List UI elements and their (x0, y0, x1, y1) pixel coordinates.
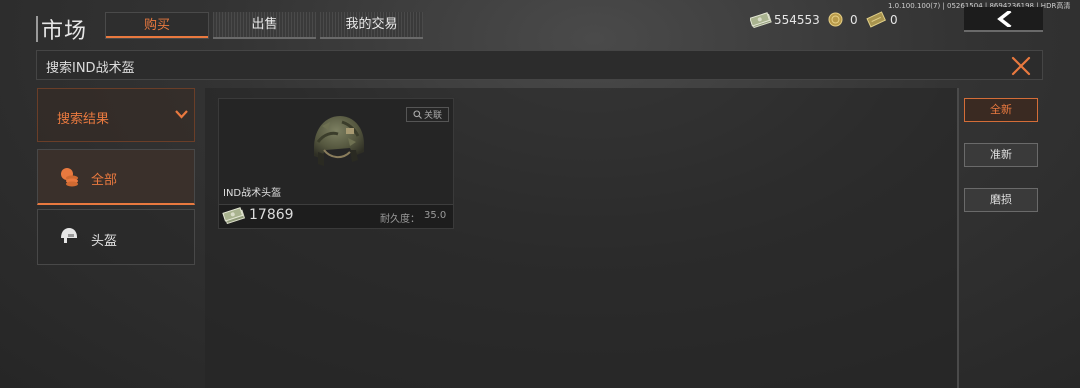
coins-stack-icon (61, 168, 78, 187)
filter-button-worn[interactable]: 磨损 (964, 188, 1038, 212)
chevron-down-icon[interactable] (175, 110, 188, 120)
tab-sell-label: 出售 (251, 17, 278, 32)
category-dropdown-label: 搜索结果 (57, 112, 110, 127)
coin-amount: 0 (850, 13, 858, 27)
bond-amount: 0 (890, 13, 898, 27)
page-title: 市场 (41, 19, 88, 44)
coin-icon (828, 12, 843, 27)
filter-divider (957, 88, 959, 388)
cash-icon (750, 12, 772, 28)
tab-buy-label: 购买 (143, 18, 170, 33)
title-divider (36, 16, 38, 42)
search-icon (413, 110, 422, 119)
back-button[interactable] (964, 7, 1043, 32)
category-item-all-label: 全部 (91, 173, 118, 188)
filter-button-near-new[interactable]: 准新 (964, 143, 1038, 167)
tab-my-trades-label: 我的交易 (345, 17, 398, 32)
helmet-icon (61, 228, 77, 243)
item-name: IND战术头盔 (223, 188, 282, 199)
tab-my-trades[interactable]: 我的交易 (320, 12, 423, 39)
related-button-label: 关联 (423, 111, 442, 121)
durability-label: 耐久度： (380, 214, 420, 225)
cash-icon (222, 207, 246, 224)
cash-amount: 554553 (774, 13, 820, 27)
category-item-helmet-label: 头盔 (91, 234, 118, 249)
chevron-left-icon (996, 10, 1011, 27)
search-query[interactable]: 搜索IND战术盔 (46, 57, 135, 76)
bond-icon (866, 11, 886, 28)
search-bar[interactable] (36, 50, 1043, 80)
related-button[interactable]: 关联 (406, 107, 449, 122)
filter-button-new[interactable]: 全新 (964, 98, 1038, 122)
durability-value: 35.0 (424, 210, 447, 221)
helmet-item-image (314, 116, 364, 166)
tab-sell[interactable]: 出售 (213, 12, 316, 39)
tab-buy[interactable]: 购买 (105, 12, 209, 39)
tab-active-indicator (106, 36, 208, 38)
close-icon[interactable] (1010, 55, 1032, 77)
item-price: 17869 (249, 207, 294, 223)
